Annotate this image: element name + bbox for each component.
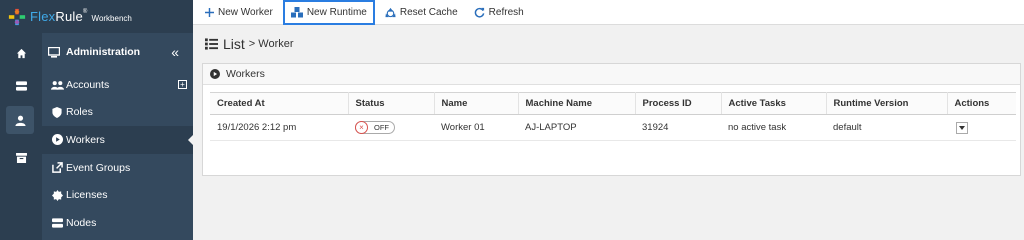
sidebar-item-roles[interactable]: Roles [42, 99, 193, 127]
home-icon [16, 48, 26, 58]
certificate-icon [51, 189, 63, 201]
workers-table: Created At Status Name Machine Name Proc… [210, 92, 1016, 141]
sidebar-item-label: Accounts [66, 78, 110, 91]
expand-accounts-button[interactable]: + [178, 80, 187, 89]
caret-down-icon [959, 125, 965, 130]
cell-name: Worker 01 [434, 114, 518, 141]
panel-title: Workers [226, 68, 265, 80]
sidebar-item-label: Workers [66, 133, 105, 146]
status-label: OFF [374, 123, 389, 132]
cell-status: × OFF [348, 114, 434, 141]
external-link-icon [51, 162, 63, 173]
shield-icon [52, 106, 62, 118]
workers-panel: Workers Created At Status Name Machine N… [202, 63, 1021, 176]
sidebar-item-label: Licenses [66, 189, 108, 202]
rail-archive-button[interactable] [0, 144, 42, 172]
sidebar-item-event-groups[interactable]: Event Groups [42, 154, 193, 182]
sidebar-item-workers[interactable]: Workers [42, 126, 193, 154]
sidebar-item-label: Event Groups [66, 161, 131, 174]
refresh-button[interactable]: Refresh [468, 0, 530, 25]
col-process-id[interactable]: Process ID [635, 92, 722, 115]
panel-header: Workers [203, 64, 1020, 85]
brand-header[interactable]: FlexRule® Workbench [0, 0, 193, 33]
server-icon [15, 81, 27, 91]
new-worker-button[interactable]: New Worker [199, 0, 279, 25]
server-icon [51, 218, 63, 228]
table-row[interactable]: 19/1/2026 2:12 pm × OFF Worker 01 AJ-LAP… [210, 114, 1016, 141]
reset-cache-label: Reset Cache [399, 6, 458, 18]
col-created-at[interactable]: Created At [210, 92, 349, 115]
cell-created-at: 19/1/2026 2:12 pm [210, 114, 348, 141]
brand-name: FlexRule® [30, 9, 88, 24]
sidebar-item-label: Nodes [66, 216, 97, 229]
rail-home-button[interactable] [0, 39, 42, 67]
admin-sidebar: Administration « Accounts + Roles Worker… [42, 33, 193, 240]
users-icon [50, 80, 64, 90]
sidebar-item-label: Roles [66, 106, 93, 119]
user-icon [14, 115, 26, 126]
breadcrumb: List > Worker [205, 36, 294, 52]
sidebar-item-nodes[interactable]: Nodes [42, 209, 193, 237]
col-runtime-version[interactable]: Runtime Version [826, 92, 948, 115]
sidebar-item-licenses[interactable]: Licenses [42, 181, 193, 209]
cell-active-tasks: no active task [721, 114, 826, 141]
brand-subtitle: Workbench [91, 13, 132, 23]
rail-server-button[interactable] [0, 72, 42, 100]
cell-process-id: 31924 [635, 114, 721, 141]
archive-icon [15, 153, 27, 163]
off-x-icon: × [355, 121, 368, 134]
plus-icon [205, 7, 214, 17]
reset-cache-button[interactable]: Reset Cache [379, 0, 464, 25]
page-subtitle: > Worker [248, 38, 294, 50]
cell-machine-name: AJ-LAPTOP [518, 114, 635, 141]
cubes-icon [290, 6, 303, 17]
status-toggle[interactable]: × OFF [355, 121, 395, 134]
monitor-icon [48, 46, 60, 58]
actions-dropdown-button[interactable] [956, 121, 968, 134]
sidebar-header: Administration « [42, 33, 193, 71]
play-circle-icon [210, 69, 220, 79]
flexrule-logo-icon [8, 8, 26, 25]
sidebar-title: Administration [66, 46, 141, 58]
page-title: List [223, 36, 245, 52]
toolbar: New Worker New Runtime Reset Cache Refre… [193, 0, 1024, 25]
refresh-label: Refresh [488, 6, 524, 18]
new-runtime-button[interactable]: New Runtime [282, 0, 375, 25]
collapse-sidebar-button[interactable]: « [171, 44, 179, 60]
recycle-icon [385, 7, 396, 17]
refresh-icon [474, 7, 485, 17]
col-status[interactable]: Status [348, 92, 435, 115]
col-name[interactable]: Name [434, 92, 519, 115]
col-active-tasks[interactable]: Active Tasks [721, 92, 827, 115]
new-runtime-label: New Runtime [306, 6, 367, 18]
cell-actions [947, 114, 1016, 141]
play-circle-icon [51, 134, 63, 146]
rail-user-button[interactable] [6, 106, 34, 134]
new-worker-label: New Worker [218, 6, 273, 18]
col-machine-name[interactable]: Machine Name [518, 92, 636, 115]
cell-runtime-version: default [826, 114, 947, 141]
col-actions: Actions [947, 92, 1016, 115]
sidebar-item-accounts[interactable]: Accounts + [42, 71, 193, 99]
list-icon [205, 38, 218, 50]
